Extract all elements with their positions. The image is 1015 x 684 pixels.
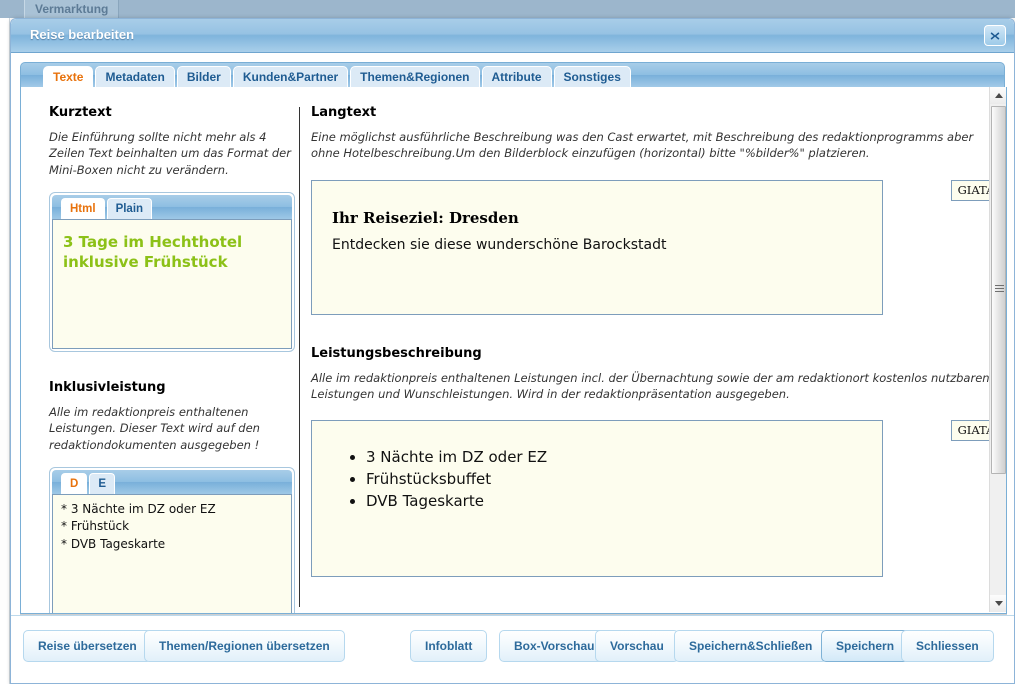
save-and-close-button[interactable]: Speichern&Schließen bbox=[674, 630, 828, 662]
infoblatt-button[interactable]: Infoblatt bbox=[410, 630, 488, 662]
leistungsbeschreibung-list: 3 Nächte im DZ oder EZ Frühstücksbuffet … bbox=[332, 447, 862, 512]
edit-trip-dialog: Reise bearbeiten Texte Metadaten Bilder … bbox=[10, 18, 1015, 684]
tab-texte[interactable]: Texte bbox=[43, 66, 94, 87]
tab-kunden-partner[interactable]: Kunden&Partner bbox=[232, 66, 349, 87]
langtext-title: Langtext bbox=[311, 105, 377, 120]
tab-sonstiges[interactable]: Sonstiges bbox=[553, 66, 631, 87]
tab-bilder[interactable]: Bilder bbox=[176, 66, 231, 87]
tab-panel-texte: Kurztext Die Einführung sollte nicht meh… bbox=[20, 87, 1007, 614]
inklusivleistung-editor: D E * 3 Nächte im DZ oder EZ * Frühstück… bbox=[49, 466, 295, 613]
inklusivleistung-textarea[interactable]: * 3 Nächte im DZ oder EZ * Frühstück * D… bbox=[52, 493, 292, 613]
inklusivleistung-tab-en[interactable]: E bbox=[89, 472, 115, 494]
kurztext-editor-toolbar: Html Plain bbox=[52, 194, 292, 219]
background-tabstrip bbox=[0, 0, 1015, 18]
kurztext-hint: Die Einführung sollte nicht mehr als 4 Z… bbox=[49, 130, 291, 177]
list-item: 3 Nächte im DZ oder EZ bbox=[366, 447, 862, 469]
kurztext-heading-line2: inklusive Frühstück bbox=[63, 253, 228, 272]
inklusivleistung-tab-de[interactable]: D bbox=[61, 472, 88, 494]
langtext-hint: Eine möglichst ausführliche Beschreibung… bbox=[311, 130, 974, 161]
inklusivleistung-lang-toolbar: D E bbox=[52, 469, 292, 494]
vertical-scroll-thumb[interactable] bbox=[991, 106, 1006, 474]
background-tab-vermarktung[interactable]: Vermarktung bbox=[24, 0, 120, 18]
tab-themen-regionen[interactable]: Themen&Regionen bbox=[350, 66, 480, 87]
dialog-tabbar: Texte Metadaten Bilder Kunden&Partner Th… bbox=[20, 62, 1005, 87]
leistungsbeschreibung-hint: Alle im redaktionpreis enthaltenen Leist… bbox=[311, 370, 990, 401]
inklusivleistung-title: Inklusivleistung bbox=[49, 379, 166, 395]
langtext-heading: Ihr Reiseziel: Dresden bbox=[332, 208, 519, 227]
content-vertical-scrollbar[interactable] bbox=[989, 87, 1006, 612]
kurztext-tab-html[interactable]: Html bbox=[61, 197, 105, 219]
right-column: Langtext Eine möglichst ausführliche Bes… bbox=[311, 105, 1001, 578]
box-preview-button[interactable]: Box-Vorschau bbox=[499, 630, 610, 662]
tab-attribute[interactable]: Attribute bbox=[481, 66, 552, 87]
leistungsbeschreibung-row: 3 Nächte im DZ oder EZ Frühstücksbuffet … bbox=[311, 420, 1001, 578]
scroll-down-icon[interactable] bbox=[990, 595, 1006, 612]
kurztext-tab-plain[interactable]: Plain bbox=[106, 197, 153, 219]
translate-topics-button[interactable]: Themen/Regionen übersetzen bbox=[144, 630, 345, 662]
langtext-rich-editor[interactable]: Ihr Reiseziel: Dresden Entdecken sie die… bbox=[311, 179, 883, 315]
kurztext-title: Kurztext bbox=[49, 105, 112, 120]
close-button[interactable]: Schliessen bbox=[901, 630, 994, 662]
dialog-titlebar: Reise bearbeiten bbox=[11, 19, 1014, 53]
inklusivleistung-hint: Alle im redaktionpreis enthaltenen Leist… bbox=[49, 404, 260, 452]
scroll-grip-icon bbox=[995, 285, 1004, 295]
list-item: Frühstücksbuffet bbox=[366, 469, 862, 491]
langtext-body: Entdecken sie diese wunderschöne Barocks… bbox=[332, 236, 667, 253]
left-column: Kurztext Die Einführung sollte nicht meh… bbox=[49, 105, 297, 613]
langtext-row: Ihr Reiseziel: Dresden Entdecken sie die… bbox=[311, 179, 1001, 315]
dialog-footer: Reise übersetzen Themen/Regionen überset… bbox=[11, 615, 1014, 683]
scroll-up-icon[interactable] bbox=[990, 87, 1006, 104]
translate-trip-button[interactable]: Reise übersetzen bbox=[23, 630, 152, 662]
close-icon[interactable] bbox=[984, 25, 1006, 46]
kurztext-heading-line1: 3 Tage im Hechthotel bbox=[63, 232, 243, 251]
preview-button[interactable]: Vorschau bbox=[595, 630, 679, 662]
column-divider bbox=[299, 107, 300, 607]
kurztext-html-area[interactable]: 3 Tage im Hechthotel inklusive Frühstück bbox=[52, 218, 292, 349]
save-button[interactable]: Speichern bbox=[821, 630, 910, 662]
background-left-strip-lower bbox=[0, 420, 8, 610]
tab-metadaten[interactable]: Metadaten bbox=[95, 66, 175, 87]
list-item: DVB Tageskarte bbox=[366, 491, 862, 513]
tab-panel-content: Kurztext Die Einführung sollte nicht meh… bbox=[21, 87, 1001, 613]
leistungsbeschreibung-rich-editor[interactable]: 3 Nächte im DZ oder EZ Frühstücksbuffet … bbox=[311, 420, 883, 578]
dialog-title: Reise bearbeiten bbox=[30, 27, 135, 42]
leistungsbeschreibung-title: Leistungsbeschreibung bbox=[311, 345, 482, 361]
kurztext-editor: Html Plain 3 Tage im Hechthotel inklusiv… bbox=[49, 191, 295, 352]
